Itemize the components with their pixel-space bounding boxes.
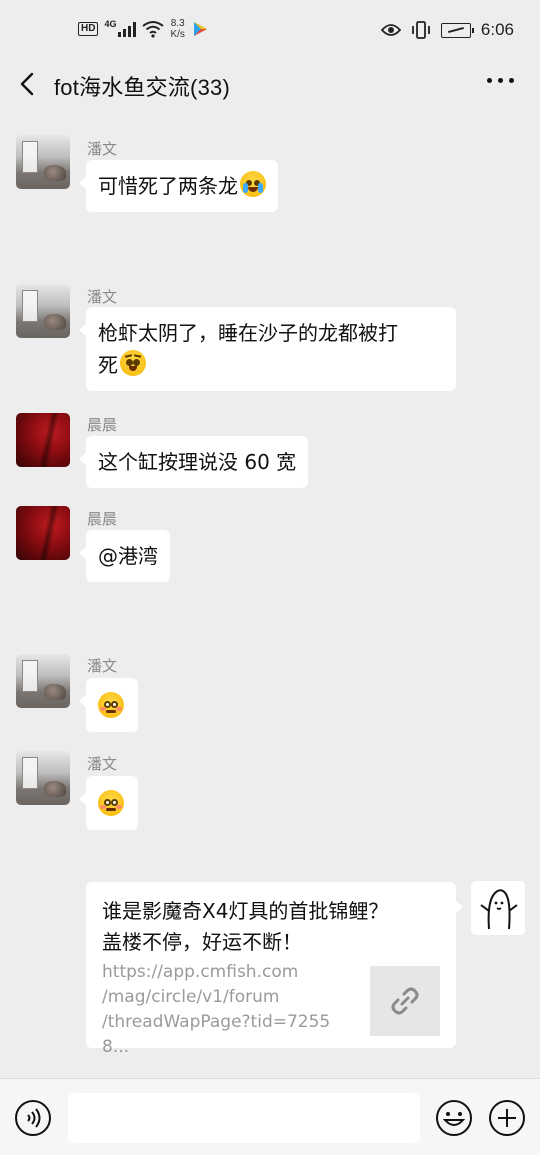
sender-name: 潘文: [87, 140, 118, 158]
message-text: 这个缸按理说没 60 宽: [98, 450, 297, 474]
back-arrow-icon[interactable]: [14, 70, 42, 98]
shared-link-card[interactable]: 谁是影魔奇X4灯具的首批锦鲤？ 盖楼不停，好运不断！ https://app.c…: [86, 882, 463, 1057]
network-type: 4G: [104, 19, 117, 29]
message-text-line: 枪虾太阴了，睡在沙子的龙都被打: [98, 321, 398, 345]
input-bar: [0, 1078, 540, 1155]
hd-badge: HD: [78, 22, 99, 36]
net-speed-value: 8.3: [170, 18, 185, 29]
sender-name: 晨晨: [87, 510, 118, 528]
voice-input-icon[interactable]: [14, 1099, 52, 1137]
link-thumbnail: [370, 966, 440, 1036]
link-url: https://app.cmfish.com /mag/circle/v1/fo…: [102, 960, 357, 1060]
link-url-line: https://app.cmfish.com: [102, 962, 299, 982]
crying-face-icon: [240, 171, 266, 197]
message-text: 可惜死了两条龙: [98, 174, 238, 198]
message-bubble[interactable]: @港湾: [79, 530, 170, 582]
battery-icon: [440, 22, 474, 38]
signal-icon: [118, 21, 137, 37]
message-input[interactable]: [68, 1093, 420, 1143]
sender-avatar[interactable]: [16, 284, 70, 338]
link-url-line: /mag/circle/v1/forum: [102, 987, 280, 1007]
sender-avatar[interactable]: [16, 413, 70, 467]
wifi-icon: [142, 21, 165, 38]
link-url-line: /threadWapPage?tid=72558...: [102, 1012, 331, 1057]
message-text-line: 死: [98, 353, 118, 377]
message-bubble[interactable]: [79, 776, 138, 830]
sender-avatar[interactable]: [16, 654, 70, 708]
link-title-line: 谁是影魔奇X4灯具的首批锦鲤？: [102, 899, 389, 923]
message-bubble[interactable]: 这个缸按理说没 60 宽: [78, 436, 309, 488]
flushed-face-icon: [98, 790, 124, 816]
play-store-icon: [193, 22, 207, 36]
sender-name: 潘文: [87, 657, 118, 675]
status-right: 6:06: [380, 20, 514, 40]
eye-icon: [380, 24, 401, 36]
sender-name: 潘文: [87, 288, 118, 306]
plus-icon[interactable]: [488, 1099, 526, 1137]
link-title-line: 盖楼不停，好运不断！: [102, 930, 302, 954]
net-speed-unit: K/s: [170, 29, 185, 40]
status-time: 6:06: [480, 20, 514, 39]
status-bar: HD 4G 8.3 K/s 6:06: [0, 0, 540, 60]
more-options-icon[interactable]: [487, 78, 514, 83]
pleading-face-icon: [120, 350, 146, 376]
sender-name: 潘文: [87, 755, 118, 773]
sender-avatar[interactable]: [16, 135, 70, 189]
message-text: @港湾: [98, 544, 158, 568]
net-speed: 8.3 K/s: [170, 18, 184, 40]
message-bubble[interactable]: [79, 678, 138, 732]
ghost-doodle-icon: [480, 889, 518, 930]
chat-header: fot海水鱼交流(33): [0, 60, 540, 112]
message-bubble[interactable]: 枪虾太阴了，睡在沙子的龙都被打 死: [79, 307, 456, 391]
link-icon: [391, 987, 419, 1015]
sender-avatar[interactable]: [16, 506, 70, 560]
flushed-face-icon: [98, 692, 124, 718]
emoji-picker-icon[interactable]: [435, 1099, 473, 1137]
message-bubble[interactable]: 可惜死了两条龙: [79, 160, 278, 212]
sender-name: 晨晨: [87, 416, 118, 434]
link-title: 谁是影魔奇X4灯具的首批锦鲤？ 盖楼不停，好运不断！: [102, 896, 432, 958]
status-left: HD 4G 8.3 K/s: [78, 18, 209, 40]
vibrate-icon: [412, 21, 430, 39]
chat-title: fot海水鱼交流(33): [54, 75, 230, 100]
self-avatar[interactable]: [471, 881, 525, 935]
sender-avatar[interactable]: [16, 751, 70, 805]
